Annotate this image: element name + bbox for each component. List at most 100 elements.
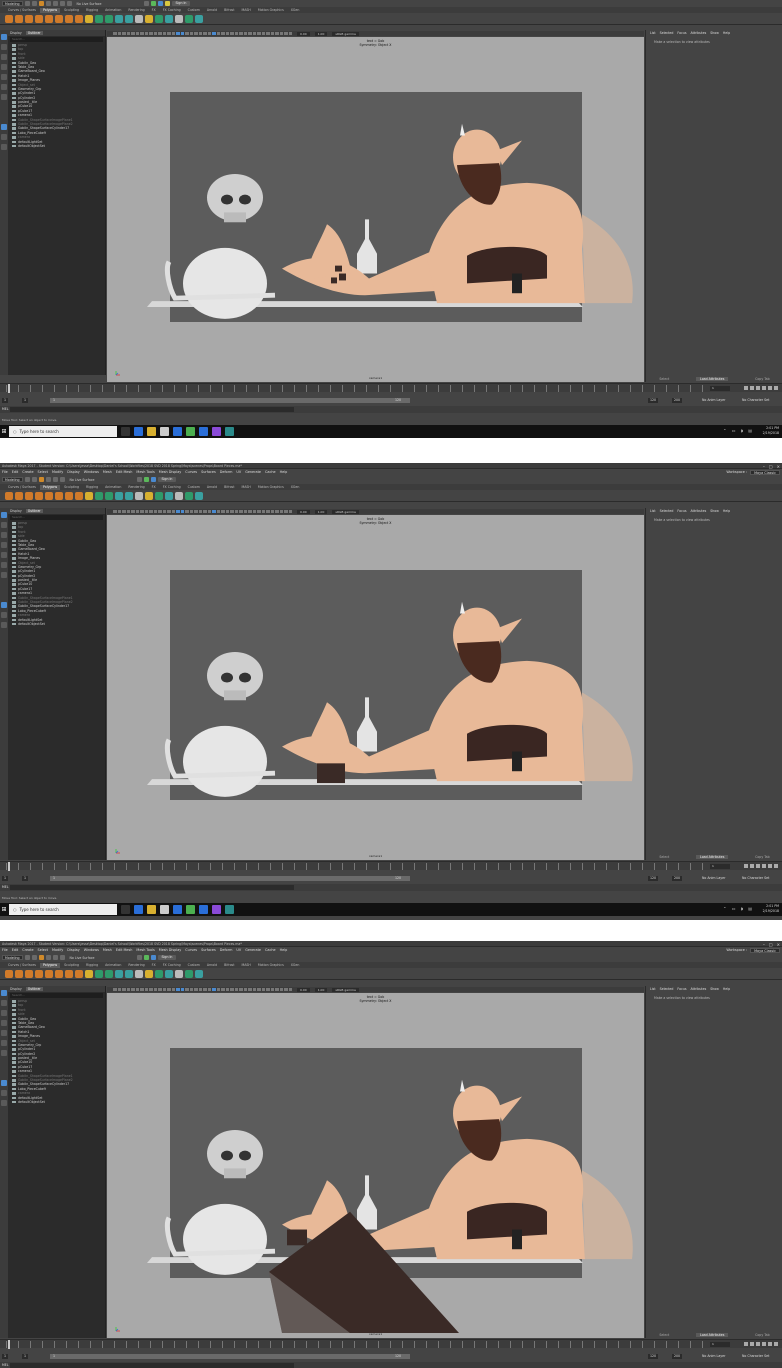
poly-cylinder-icon[interactable] — [25, 491, 33, 500]
outliner-search[interactable]: Search... — [10, 37, 103, 42]
lasso-tool-icon[interactable] — [1, 44, 7, 50]
range-bar[interactable]: 1 120 — [50, 398, 410, 403]
smooth-icon[interactable] — [145, 14, 153, 23]
svg-icon[interactable] — [85, 14, 93, 23]
platonic-icon[interactable] — [75, 14, 83, 23]
menu-curves[interactable]: Curves — [185, 470, 197, 474]
play-back-icon[interactable] — [756, 1342, 760, 1346]
menu-edit-mesh[interactable]: Edit Mesh — [116, 470, 133, 474]
attr-menu-focus[interactable]: Focus — [677, 987, 686, 991]
undo-icon[interactable] — [38, 477, 44, 482]
time-slider[interactable]: 1 — [0, 383, 782, 393]
edge-icon[interactable] — [134, 427, 143, 436]
viewport-tool-icon[interactable] — [117, 31, 121, 36]
maya-taskbar-icon[interactable] — [225, 427, 234, 436]
viewport-tool-icon[interactable] — [176, 31, 180, 36]
load-attributes-button[interactable]: Load Attributes — [695, 1333, 729, 1337]
rotate-tool-icon[interactable] — [1, 552, 7, 558]
shelf-tab[interactable]: XGen — [288, 8, 303, 13]
shelf-tab[interactable]: Arnold — [204, 8, 220, 13]
viewport-tool-icon[interactable] — [284, 31, 288, 36]
exposure-field[interactable]: 0.00 — [297, 987, 310, 992]
menu-surfaces[interactable]: Surfaces — [201, 948, 216, 952]
viewport-tool-icon[interactable] — [257, 509, 261, 514]
load-attributes-button[interactable]: Load Attributes — [695, 377, 729, 381]
poly-plane-icon[interactable] — [55, 14, 63, 23]
viewport-tool-icon[interactable] — [158, 987, 162, 992]
menu-select[interactable]: Select — [38, 470, 48, 474]
viewport-tool-icon[interactable] — [203, 987, 207, 992]
move-tool-icon[interactable] — [1, 542, 7, 548]
attr-menu-list[interactable]: List — [650, 987, 656, 991]
select-tool-icon[interactable] — [1, 990, 7, 996]
shelf-tab[interactable]: Sculpting — [61, 8, 82, 13]
viewport-tool-icon[interactable] — [230, 987, 234, 992]
poly-cone-icon[interactable] — [35, 491, 43, 500]
shelf-tab[interactable]: Custom — [185, 485, 203, 490]
ipr-icon[interactable] — [143, 477, 149, 482]
menu-modify[interactable]: Modify — [52, 470, 63, 474]
viewport-tool-icon[interactable] — [266, 31, 270, 36]
menu-modify[interactable]: Modify — [52, 948, 63, 952]
snap-grid-icon[interactable] — [52, 955, 58, 960]
viewport-tool-icon[interactable] — [162, 31, 166, 36]
menu-mesh[interactable]: Mesh — [103, 948, 112, 952]
uv-editor-icon[interactable] — [165, 969, 173, 978]
ipr-icon[interactable] — [150, 1, 156, 6]
shelf-tab[interactable]: XGen — [288, 485, 303, 490]
viewport-tool-icon[interactable] — [257, 987, 261, 992]
viewport-tool-icon[interactable] — [252, 509, 256, 514]
chrome-icon[interactable] — [186, 905, 195, 914]
workspace-dropdown[interactable]: Maya Classic — [750, 469, 780, 475]
separate-icon[interactable] — [105, 969, 113, 978]
play-back-icon[interactable] — [756, 864, 760, 868]
play-forward-icon[interactable] — [762, 1342, 766, 1346]
mail-icon[interactable] — [173, 905, 182, 914]
viewport-tool-icon[interactable] — [185, 509, 189, 514]
anim-layer-dropdown[interactable]: No Anim Layer — [702, 1354, 725, 1359]
viewport-tool-icon[interactable] — [248, 31, 252, 36]
scale-tool-icon[interactable] — [1, 562, 7, 568]
scale-tool-icon[interactable] — [1, 1040, 7, 1046]
ipr-icon[interactable] — [143, 955, 149, 960]
end-time-field[interactable]: 200 — [672, 876, 683, 881]
menu-mesh-tools[interactable]: Mesh Tools — [136, 948, 154, 952]
go-end-icon[interactable] — [774, 1342, 778, 1346]
attr-menu-attributes[interactable]: Attributes — [691, 987, 707, 991]
chrome-icon[interactable] — [186, 427, 195, 436]
load-attributes-button[interactable]: Load Attributes — [695, 855, 729, 859]
viewport-tool-icon[interactable] — [279, 987, 283, 992]
step-back-icon[interactable] — [750, 864, 754, 868]
viewport-tool-icon[interactable] — [261, 31, 265, 36]
live-surface-label[interactable]: No Live Surface — [70, 956, 95, 960]
select-button[interactable]: Select — [659, 855, 669, 859]
app-icon[interactable] — [212, 427, 221, 436]
viewport-tool-icon[interactable] — [167, 509, 171, 514]
viewport-tool-icon[interactable] — [284, 987, 288, 992]
viewport-tool-icon[interactable] — [225, 31, 229, 36]
viewport-tool-icon[interactable] — [248, 509, 252, 514]
shelf-tab[interactable]: MASH — [238, 963, 253, 968]
system-tray[interactable]: ⌃ ▭ ◗ ▤ — [723, 428, 754, 433]
viewport-tool-icon[interactable] — [194, 509, 198, 514]
persp-outliner-icon[interactable] — [1, 1100, 7, 1106]
step-forward-icon[interactable] — [768, 864, 772, 868]
select-tool-icon[interactable] — [1, 512, 7, 518]
shelf-tab[interactable]: Bifrost — [221, 485, 237, 490]
target-weld-icon[interactable] — [185, 491, 193, 500]
paint-select-icon[interactable] — [1, 54, 7, 60]
viewport-tool-icon[interactable] — [167, 31, 171, 36]
save-icon[interactable] — [24, 955, 30, 960]
viewport[interactable]: text = Gob Symmetry: Object X camera1 — [107, 993, 644, 1338]
shelf-tab[interactable]: Rigging — [83, 485, 101, 490]
viewport-tool-icon[interactable] — [162, 509, 166, 514]
bridge-icon[interactable] — [125, 14, 133, 23]
viewport-tool-icon[interactable] — [189, 31, 193, 36]
store-icon[interactable] — [160, 905, 169, 914]
single-perspective-icon[interactable] — [1, 1080, 7, 1086]
attr-menu-help[interactable]: Help — [723, 509, 730, 513]
viewport-tool-icon[interactable] — [203, 509, 207, 514]
viewport-tool-icon[interactable] — [243, 31, 247, 36]
copy-tab-button[interactable]: Copy Tab — [755, 855, 770, 859]
viewport-tool-icon[interactable] — [153, 31, 157, 36]
